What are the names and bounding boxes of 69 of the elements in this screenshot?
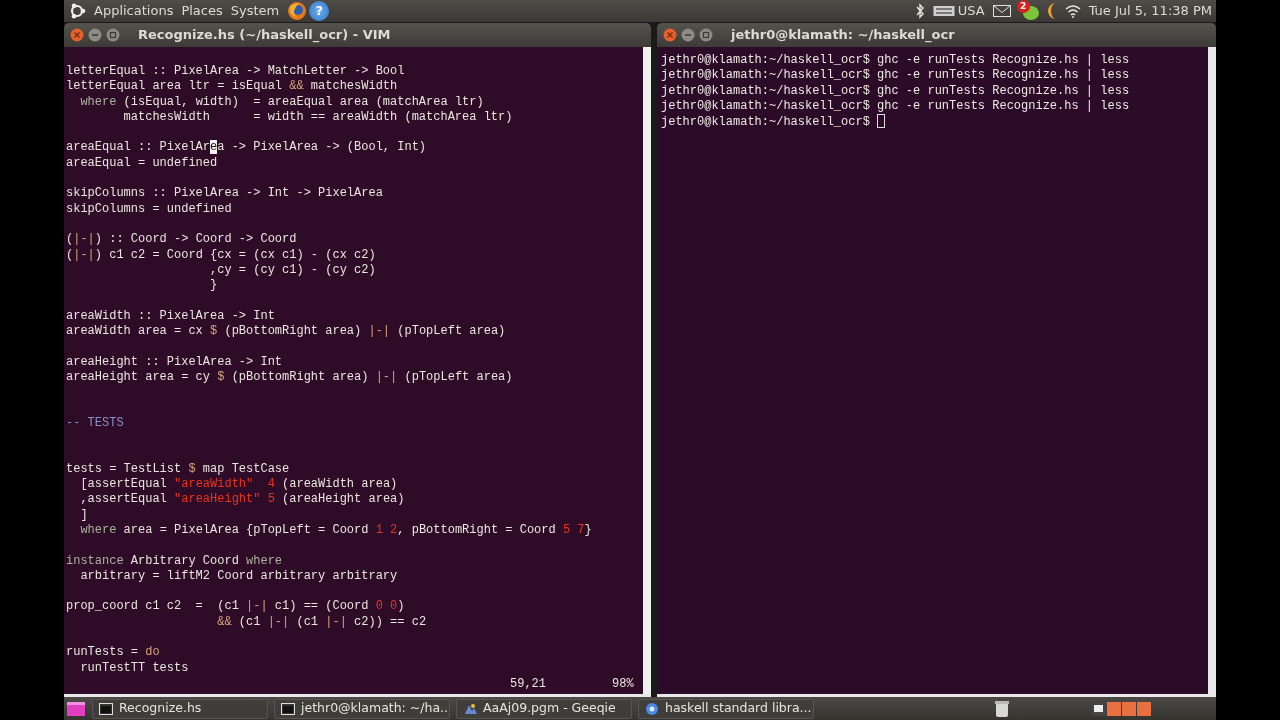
code-line: letterEqual area ltr = isEqual && matchesWidth	[66, 79, 399, 95]
scroll-percent: 98%	[612, 676, 634, 692]
close-icon[interactable]	[663, 28, 677, 42]
trash-icon[interactable]	[994, 699, 1010, 718]
menu-item[interactable]: Applications	[94, 1, 174, 21]
workspace-switcher[interactable]	[1092, 700, 1152, 717]
browser-icon	[645, 701, 659, 716]
code-line: arbitrary = liftM2 Coord arbitrary arbitrary	[79, 568, 399, 585]
window-title: Recognize.hs (~/haskell_ocr) - VIM	[138, 26, 391, 45]
code-line: [assertEqual "areaWidth" 4 (areaWidth area)	[79, 477, 399, 493]
bluetooth-icon[interactable]	[914, 3, 925, 19]
code-line: (|-|) :: Coord -> Coord -> Coord	[66, 232, 298, 248]
code-line: prop_coord c1 c2 = (c1 |-| c1) == (Coord 0 0)	[66, 599, 406, 615]
maximize-icon[interactable]	[106, 28, 120, 42]
taskbar-button[interactable]: jethr0@klamath: ~/ha...	[274, 698, 450, 719]
code-line: skipColumns :: PixelArea -> Int -> PixelArea	[66, 186, 384, 202]
code-line: letterEqual :: PixelArea -> MatchLetter -> Bool	[66, 64, 406, 80]
terminal-line: jethr0@klamath:~/haskell_ocr$	[661, 114, 1208, 131]
clock[interactable]: Tue Jul 5, 11:38 PM	[1088, 1, 1212, 21]
wifi-icon[interactable]	[1064, 4, 1081, 18]
taskbar-button[interactable]: Recognize.hs	[92, 698, 268, 719]
scrollbar[interactable]	[1208, 47, 1216, 694]
menu-item[interactable]: Places	[181, 1, 223, 21]
logo-icon[interactable]	[68, 2, 86, 20]
code-line: -- TESTS	[66, 415, 125, 432]
image-icon	[463, 701, 477, 716]
taskbar-button[interactable]: AaAj09.pgm - Geeqie	[456, 698, 632, 719]
minimize-icon[interactable]	[681, 28, 695, 42]
code-line: areaEqual = undefined	[66, 155, 219, 172]
taskbar-button[interactable]: haskell standard libra...	[638, 698, 814, 719]
keyboard-layout[interactable]: USA	[957, 1, 985, 21]
terminal-line: jethr0@klamath:~/haskell_ocr$ ghc -e runTests Recognize.hs | less	[661, 68, 1131, 84]
code-line: runTestTT tests	[79, 660, 190, 676]
code-line: areaWidth :: PixelArea -> Int	[66, 308, 276, 325]
terminal-icon	[99, 701, 113, 716]
code-line: areaHeight :: PixelArea -> Int	[66, 354, 284, 370]
mail-icon[interactable]	[992, 5, 1011, 17]
cursor-position: 59,21	[510, 676, 546, 692]
code-line: ]	[79, 507, 89, 523]
close-icon[interactable]	[70, 28, 84, 42]
code-line: where area = PixelArea {pTopLeft = Coord 1 2, pBottomRight = Coord 5 7}	[79, 522, 593, 539]
power-icon[interactable]	[1046, 2, 1057, 20]
maximize-icon[interactable]	[699, 28, 713, 42]
terminal-icon	[281, 701, 295, 716]
code-line: (|-|) c1 c2 = Coord {cx = (cx c1) - (cx c2)	[66, 247, 377, 263]
code-line: skipColumns = undefined	[66, 201, 233, 217]
terminal-line: jethr0@klamath:~/haskell_ocr$ ghc -e runTests Recognize.hs | less	[661, 83, 1131, 99]
keyboard-icon[interactable]	[932, 5, 955, 17]
code-line: areaHeight area = cy $ (pBottomRight area) |-| (pTopLeft area)	[66, 369, 514, 386]
code-line: ,assertEqual "areaHeight" 5 (areaHeight area)	[79, 492, 406, 508]
menu-item[interactable]: System	[230, 1, 280, 21]
window-title: jethr0@klamath: ~/haskell_ocr	[731, 26, 955, 45]
terminal-line: jethr0@klamath:~/haskell_ocr$ ghc -e runTests Recognize.hs | less	[661, 98, 1131, 115]
scrollbar[interactable]	[643, 47, 651, 694]
code-line: areaWidth area = cx $ (pBottomRight area) |-| (pTopLeft area)	[66, 324, 507, 340]
code-line: }	[209, 278, 219, 294]
minimize-icon[interactable]	[88, 28, 102, 42]
code-line: && (c1 |-| (c1 |-| c2)) == c2	[216, 614, 428, 630]
code-line: where (isEqual, width) = areaEqual area (matchArea ltr)	[79, 94, 485, 110]
code-line: runTests = do	[66, 645, 161, 661]
globe-icon[interactable]	[287, 1, 308, 21]
code-line: ,cy = (cy c1) - (cy c2)	[209, 262, 377, 279]
terminal-line: jethr0@klamath:~/haskell_ocr$ ghc -e runTests Recognize.hs | less	[661, 53, 1131, 69]
chat-icon[interactable]: 2	[1018, 2, 1039, 20]
code-line: tests = TestList $ map TestCase	[66, 461, 291, 477]
code-line: instance Arbitrary Coord where	[66, 553, 284, 569]
notification-badge: 2	[1016, 0, 1030, 13]
code-line: matchesWidth = width == areaWidth (matchArea ltr)	[122, 109, 514, 126]
desktop-icon[interactable]	[66, 700, 86, 717]
